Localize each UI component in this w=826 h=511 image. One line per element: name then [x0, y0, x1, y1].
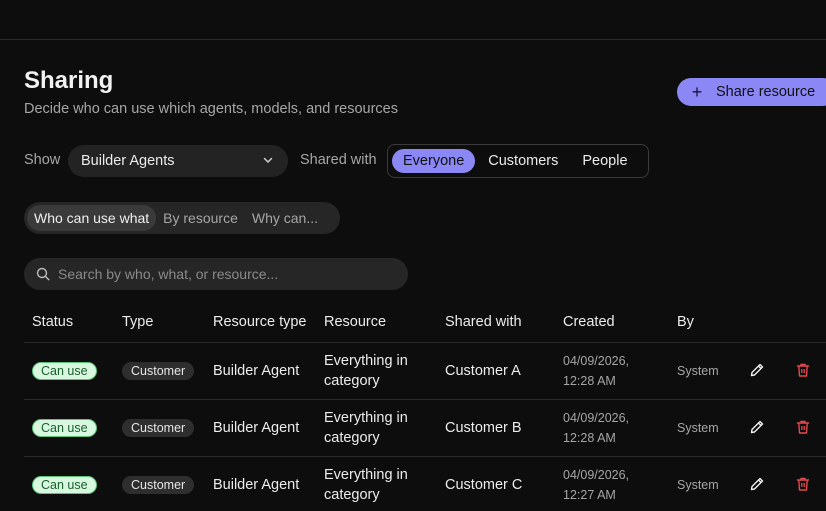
- created-time: 12:28 AM: [563, 373, 616, 388]
- tab-why-can[interactable]: Why can...: [245, 205, 325, 231]
- pencil-icon: [750, 477, 764, 490]
- created-time: 12:27 AM: [563, 487, 616, 502]
- shared-with-segmented-control: Everyone Customers People: [387, 144, 649, 178]
- column-header-resource[interactable]: Resource: [316, 302, 437, 343]
- table-row: Can use Customer Builder Agent Everythin…: [24, 342, 826, 400]
- search-icon: [36, 267, 50, 281]
- resource-line2: category: [324, 372, 380, 389]
- pencil-icon: [750, 420, 764, 433]
- resource-line1: Everything in: [324, 466, 408, 483]
- resource-type-cell: Builder Agent: [205, 342, 316, 400]
- table-row: Can use Customer Builder Agent Everythin…: [24, 399, 826, 457]
- resource-line2: category: [324, 486, 380, 503]
- resource-line2: category: [324, 429, 380, 446]
- column-header-created[interactable]: Created: [555, 302, 669, 343]
- resource-type-cell: Builder Agent: [205, 399, 316, 457]
- sharing-table: Status Type Resource type Resource Share…: [24, 302, 826, 511]
- created-cell: 04/09/2026, 12:28 AM: [555, 342, 669, 400]
- shared-with-label: Shared with: [300, 152, 377, 168]
- resource-cell: Everything in category: [316, 342, 437, 400]
- resource-cell: Everything in category: [316, 399, 437, 457]
- resource-type-cell: Builder Agent: [205, 456, 316, 511]
- table-row: Can use Customer Builder Agent Everythin…: [24, 456, 826, 511]
- page-subtitle: Decide who can use which agents, models,…: [24, 101, 398, 117]
- edit-button[interactable]: [747, 417, 767, 437]
- tab-by-resource[interactable]: By resource: [156, 205, 245, 231]
- edit-button[interactable]: [747, 360, 767, 380]
- top-bar: [0, 0, 826, 40]
- status-badge: Can use: [32, 475, 97, 494]
- share-resource-label: Share resource: [716, 84, 816, 100]
- resource-line1: Everything in: [324, 352, 408, 369]
- column-header-by[interactable]: By: [669, 302, 739, 343]
- table-header-row: Status Type Resource type Resource Share…: [24, 302, 826, 343]
- created-time: 12:28 AM: [563, 430, 616, 445]
- status-badge: Can use: [32, 361, 97, 380]
- delete-button[interactable]: [793, 360, 813, 380]
- chevron-down-icon: [263, 157, 273, 163]
- created-cell: 04/09/2026, 12:27 AM: [555, 456, 669, 511]
- page-title: Sharing: [24, 67, 114, 94]
- shared-with-cell: Customer C: [437, 456, 555, 511]
- trash-icon: [796, 477, 810, 491]
- column-header-edit: [739, 302, 785, 343]
- by-cell: System: [669, 399, 739, 457]
- shared-with-cell: Customer A: [437, 342, 555, 400]
- column-header-resource-type[interactable]: Resource type: [205, 302, 316, 343]
- resource-line1: Everything in: [324, 409, 408, 426]
- by-cell: System: [669, 456, 739, 511]
- trash-icon: [796, 363, 810, 377]
- type-badge: Customer: [122, 361, 195, 380]
- pencil-icon: [750, 363, 764, 376]
- shared-with-people[interactable]: People: [571, 149, 638, 173]
- show-label: Show: [24, 152, 61, 168]
- show-select-value: Builder Agents: [81, 153, 175, 169]
- show-select[interactable]: Builder Agents: [68, 145, 288, 177]
- column-header-type[interactable]: Type: [114, 302, 205, 343]
- created-date: 04/09/2026,: [563, 467, 630, 482]
- created-date: 04/09/2026,: [563, 410, 630, 425]
- search-bar: [24, 258, 408, 290]
- column-header-status[interactable]: Status: [24, 302, 114, 343]
- edit-button[interactable]: [747, 474, 767, 494]
- delete-button[interactable]: [793, 417, 813, 437]
- created-cell: 04/09/2026, 12:28 AM: [555, 399, 669, 457]
- shared-with-everyone[interactable]: Everyone: [392, 149, 476, 173]
- trash-icon: [796, 420, 810, 434]
- shared-with-cell: Customer B: [437, 399, 555, 457]
- delete-button[interactable]: [793, 474, 813, 494]
- type-badge: Customer: [122, 475, 195, 494]
- view-tabs: Who can use what By resource Why can...: [24, 202, 340, 234]
- column-header-shared-with[interactable]: Shared with: [437, 302, 555, 343]
- type-badge: Customer: [122, 418, 195, 437]
- share-resource-button[interactable]: + Share resource: [677, 78, 826, 106]
- search-input[interactable]: [58, 266, 388, 282]
- status-badge: Can use: [32, 418, 97, 437]
- by-cell: System: [669, 342, 739, 400]
- created-date: 04/09/2026,: [563, 353, 630, 368]
- tab-who-can-use-what[interactable]: Who can use what: [27, 205, 157, 231]
- shared-with-customers[interactable]: Customers: [477, 149, 569, 173]
- plus-icon: +: [691, 82, 703, 102]
- column-header-delete: [785, 302, 826, 343]
- resource-cell: Everything in category: [316, 456, 437, 511]
